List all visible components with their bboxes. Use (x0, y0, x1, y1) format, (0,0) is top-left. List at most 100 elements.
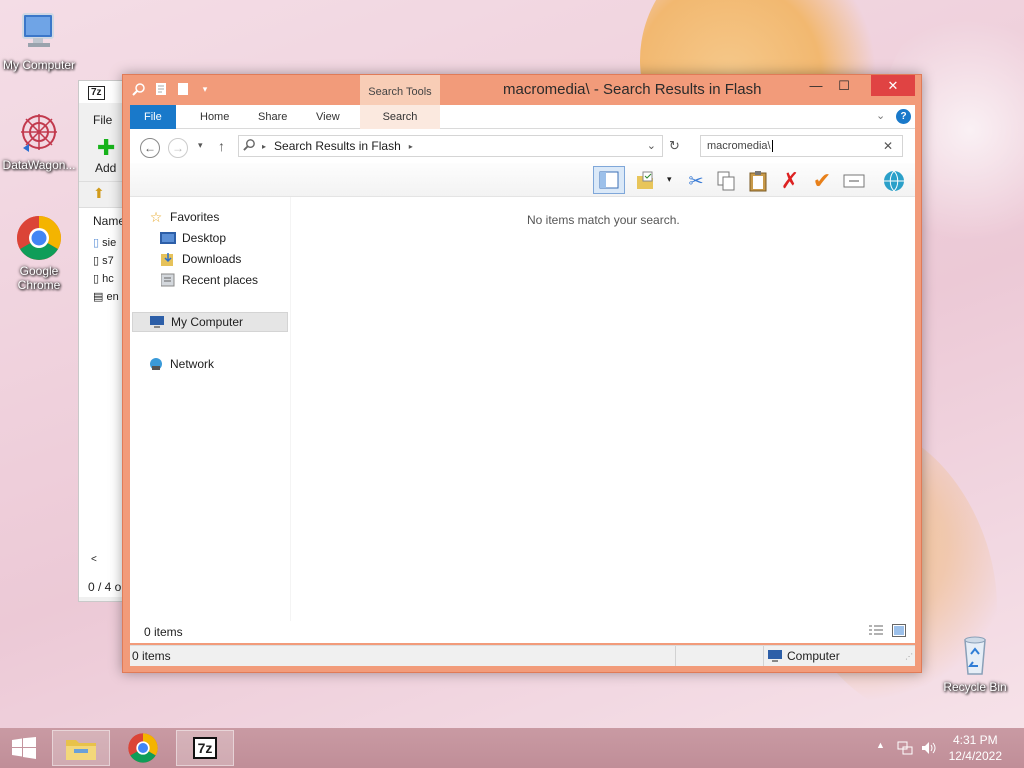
tab-file[interactable]: File (130, 105, 176, 129)
desktop-icon-recycle-bin[interactable]: Recycle Bin (936, 630, 1014, 694)
file-row[interactable]: ▤ en (93, 290, 119, 303)
system-clock[interactable]: 4:31 PM 12/4/2022 (949, 732, 1002, 764)
nav-recent-places[interactable]: Recent places (160, 270, 318, 290)
search-input[interactable]: macromedia\ ✕ (700, 135, 903, 157)
details-view-icon[interactable] (869, 625, 883, 640)
preview-pane-icon[interactable] (593, 166, 625, 194)
properties-icon[interactable] (153, 81, 169, 97)
copy-icon[interactable] (714, 169, 738, 193)
status-bar: 0 items Computer ⋰ (130, 645, 915, 666)
breadcrumb-separator-icon[interactable]: ▸ (409, 142, 413, 151)
refresh-icon[interactable]: ↻ (669, 138, 680, 154)
details-bar: 0 items (130, 621, 915, 643)
forward-button[interactable]: → (168, 138, 188, 158)
back-window-status: 0 / 4 o (88, 580, 122, 594)
star-icon: ☆ (149, 208, 163, 225)
show-hidden-icons-icon[interactable]: ▲ (876, 740, 885, 750)
taskbar-chrome[interactable] (114, 730, 172, 766)
check-icon[interactable]: ✔ (810, 168, 834, 193)
status-divider (675, 646, 676, 666)
delete-icon[interactable]: ✗ (778, 168, 802, 193)
clear-search-icon[interactable]: ✕ (883, 139, 893, 153)
desktop-icon-google-chrome[interactable]: Google Chrome (0, 214, 78, 292)
downloads-folder-icon (160, 252, 176, 266)
globe-icon[interactable] (882, 169, 906, 193)
scroll-left-arrow[interactable]: < (91, 554, 97, 565)
recycle-bin-icon (951, 630, 999, 678)
new-folder-icon[interactable] (175, 81, 191, 97)
nav-network[interactable]: Network (148, 354, 306, 374)
content-area: ☆ Favorites Desktop Downloads Recent pla… (130, 197, 915, 621)
folder-options-dropdown-icon[interactable]: ▾ (667, 174, 672, 185)
folder-up-icon[interactable]: ⬆ (93, 185, 105, 202)
tab-search[interactable]: Search (360, 105, 440, 129)
tab-view[interactable]: View (316, 105, 340, 129)
folder-options-icon[interactable] (633, 169, 657, 193)
monitor-icon (15, 8, 63, 56)
text-cursor (771, 140, 773, 152)
column-header-name[interactable]: Name (93, 214, 125, 228)
desktop-icon-datawagon[interactable]: DataWagon... (0, 108, 78, 172)
tab-home[interactable]: Home (200, 105, 229, 129)
search-tools-context-tab: Search Tools (360, 75, 440, 105)
pane-divider[interactable] (290, 197, 291, 621)
desktop-icon (160, 231, 176, 245)
search-icon (243, 138, 256, 154)
rename-icon[interactable] (842, 169, 866, 193)
breadcrumb-separator-icon[interactable]: ▸ (262, 142, 266, 151)
paste-icon[interactable] (746, 169, 770, 193)
search-icon[interactable] (131, 81, 147, 97)
file-row[interactable]: ▯ sie (93, 236, 116, 249)
datawagon-icon (15, 108, 63, 156)
clock-time: 4:31 PM (952, 733, 998, 747)
nav-favorites[interactable]: ☆ Favorites (148, 207, 306, 227)
network-icon (148, 357, 164, 371)
7zip-badge: 7z (88, 86, 105, 100)
add-icon[interactable]: ✚ (97, 135, 115, 161)
file-icon: ▯ (93, 273, 100, 285)
network-tray-icon[interactable] (897, 740, 913, 759)
minimize-button[interactable]: — (802, 75, 830, 96)
nav-my-computer[interactable]: My Computer (132, 312, 288, 332)
tab-share[interactable]: Share (258, 105, 287, 129)
large-icons-view-icon[interactable] (892, 624, 906, 640)
file-icon: ▯ (93, 255, 100, 267)
taskbar-7zip[interactable]: 7z (176, 730, 234, 766)
taskbar: 7z ▲ 4:31 PM 12/4/2022 (0, 728, 1024, 768)
qat-dropdown-icon[interactable]: ▾ (197, 81, 213, 97)
chrome-icon (128, 733, 158, 763)
nav-downloads[interactable]: Downloads (160, 249, 318, 269)
item-count: 0 items (144, 625, 183, 639)
computer-icon (767, 649, 783, 666)
file-row[interactable]: ▯ s7 (93, 254, 114, 267)
recent-locations-icon[interactable]: ▾ (198, 140, 203, 151)
volume-icon[interactable] (921, 740, 937, 759)
file-row[interactable]: ▯ hc (93, 272, 114, 285)
start-button[interactable] (0, 730, 48, 766)
windows-logo-icon (12, 737, 36, 759)
cut-icon[interactable]: ✂ (684, 169, 708, 193)
help-icon[interactable]: ? (896, 109, 911, 124)
breadcrumb[interactable]: Search Results in Flash (274, 139, 401, 153)
desktop-icon-my-computer[interactable]: My Computer (0, 8, 78, 72)
close-button[interactable]: ✕ (871, 75, 915, 96)
taskbar-file-explorer[interactable] (52, 730, 110, 766)
empty-results-message: No items match your search. (527, 213, 680, 227)
maximize-button[interactable]: ☐ (830, 75, 858, 96)
window-title: macromedia\ - Search Results in Flash (503, 81, 762, 98)
file-explorer-icon (66, 740, 96, 760)
address-input[interactable]: ▸ Search Results in Flash ▸ ⌄ (238, 135, 663, 157)
explorer-window[interactable]: ▾ Search Tools macromedia\ - Search Resu… (122, 74, 922, 673)
up-button[interactable]: ↑ (218, 138, 225, 154)
address-dropdown-icon[interactable]: ⌄ (647, 139, 656, 152)
status-location: Computer (787, 649, 840, 663)
quick-access-toolbar: ▾ (131, 81, 213, 97)
add-button-label[interactable]: Add (95, 161, 116, 175)
resize-grip-icon[interactable]: ⋰ (905, 652, 913, 661)
back-button[interactable]: ← (140, 138, 160, 158)
ribbon-tabs: File Home Share View Search ⌄ ? (130, 105, 915, 129)
nav-desktop[interactable]: Desktop (160, 228, 318, 248)
title-bar[interactable]: ▾ Search Tools macromedia\ - Search Resu… (123, 75, 921, 105)
ribbon-expand-icon[interactable]: ⌄ (876, 109, 885, 122)
back-menu-file[interactable]: File (93, 113, 112, 127)
